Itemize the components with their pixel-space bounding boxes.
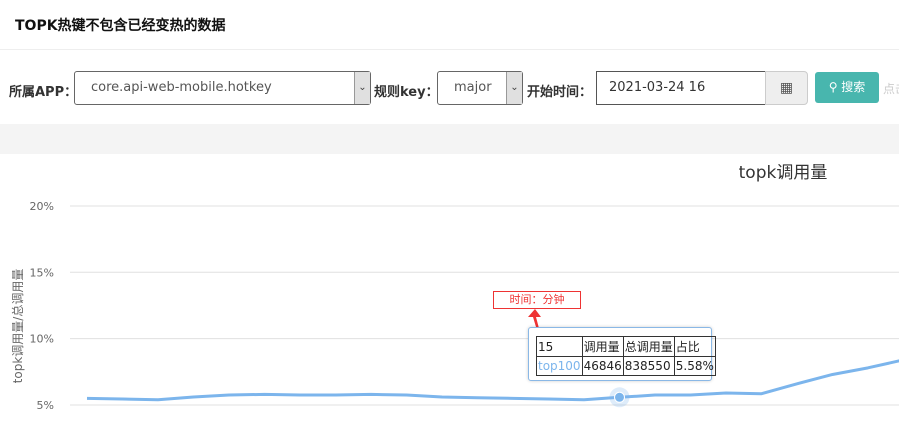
tooltip-value: 46846 [581, 356, 624, 376]
tooltip-header: 总调用量 [622, 336, 675, 357]
tooltip-header: 占比 [673, 336, 716, 357]
chevron-down-icon[interactable]: ⌄ [354, 72, 370, 104]
line-chart: topk调用量 topk调用量/总调用量 5% 10% 15% 20% [11, 163, 899, 412]
y-axis-label: topk调用量/总调用量 [11, 269, 25, 384]
tooltip-value: 5.58% [673, 356, 716, 376]
page-title: TOPK热键不包含已经变热的数据 [15, 18, 226, 34]
search-button[interactable]: ⚲ 搜索 [815, 72, 879, 103]
rule-select[interactable]: major ⌄ [437, 71, 523, 105]
rule-label: 规则key： [374, 85, 439, 100]
calendar-icon[interactable]: ▦ [765, 71, 808, 105]
tooltip-table: 15 调用量 总调用量 占比 top100 46846 838550 5.58% [536, 336, 716, 376]
app-select[interactable]: core.api-web-mobile.hotkey ⌄ [74, 71, 371, 105]
app-select-value: core.api-web-mobile.hotkey [91, 80, 272, 95]
search-label: 搜索 [841, 80, 866, 94]
separator-band [0, 124, 899, 154]
chart-title: topk调用量 [739, 163, 828, 183]
y-tick-label: 20% [30, 200, 54, 213]
data-point[interactable] [614, 391, 625, 403]
search-icon: ⚲ [828, 80, 842, 94]
tooltip-value: 838550 [622, 356, 675, 376]
time-label: 开始时间： [527, 85, 593, 100]
y-tick-label: 15% [30, 266, 54, 279]
rule-select-value: major [454, 80, 492, 95]
start-time-input[interactable]: 2021-03-24 16 [596, 71, 766, 105]
hint-text: 点击 [883, 82, 899, 96]
app-label: 所属APP： [9, 85, 78, 100]
tooltip: 15 调用量 总调用量 占比 top100 46846 838550 5.58% [528, 327, 716, 381]
tooltip-series: top100 [536, 356, 583, 376]
y-tick-label: 10% [30, 333, 54, 346]
y-tick-label: 5% [37, 399, 54, 412]
chevron-down-icon[interactable]: ⌄ [506, 72, 522, 104]
divider [0, 49, 899, 50]
tooltip-x: 15 [536, 336, 583, 357]
axis-annotation: 时间：分钟 [493, 291, 581, 309]
tooltip-header: 调用量 [581, 336, 624, 357]
series-line [86, 359, 899, 402]
